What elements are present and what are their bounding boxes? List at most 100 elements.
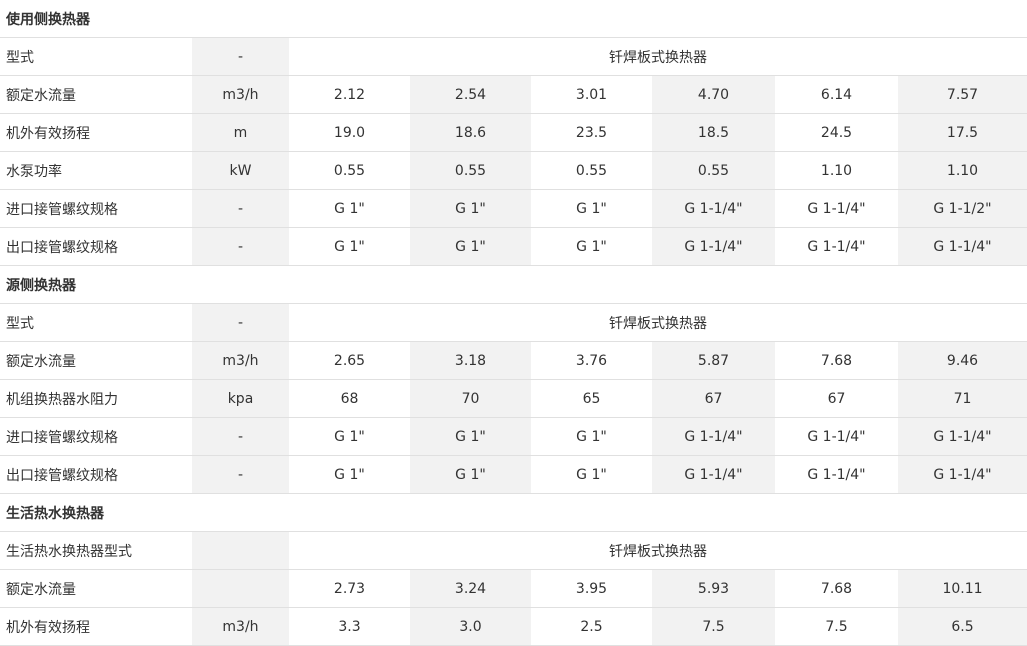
row-unit: - xyxy=(192,189,289,228)
table-row: 机外有效扬程 m3/h 3.3 3.0 2.5 7.5 7.5 6.5 xyxy=(0,607,1027,646)
row-value: 7.68 xyxy=(775,569,898,608)
row-unit: kW xyxy=(192,151,289,190)
row-value: G 1" xyxy=(289,189,410,228)
row-value: 3.95 xyxy=(531,569,652,608)
row-value: 23.5 xyxy=(531,113,652,152)
row-value-span: 钎焊板式换热器 xyxy=(289,303,1027,342)
row-label: 机组换热器水阻力 xyxy=(0,379,192,418)
row-value: 6.14 xyxy=(775,75,898,114)
row-value: G 1" xyxy=(410,417,531,456)
row-unit: - xyxy=(192,417,289,456)
row-value: 2.5 xyxy=(531,607,652,646)
row-unit xyxy=(192,531,289,570)
row-value: 9.46 xyxy=(898,341,1027,380)
row-value: 5.93 xyxy=(652,569,775,608)
row-value: 3.3 xyxy=(289,607,410,646)
section-title: 生活热水换热器 xyxy=(0,493,1027,532)
row-value: 4.70 xyxy=(652,75,775,114)
row-label: 型式 xyxy=(0,37,192,76)
row-value: 24.5 xyxy=(775,113,898,152)
row-label: 额定水流量 xyxy=(0,75,192,114)
row-unit: - xyxy=(192,227,289,266)
spec-table-body: 使用侧换热器 型式 - 钎焊板式换热器 额定水流量 m3/h 2.12 2.54 3.01 4.7… xyxy=(0,0,1027,646)
row-value: G 1-1/4" xyxy=(898,227,1027,266)
row-value: 3.0 xyxy=(410,607,531,646)
row-value: 3.24 xyxy=(410,569,531,608)
row-value: 10.11 xyxy=(898,569,1027,608)
row-value: 68 xyxy=(289,379,410,418)
section-header: 源侧换热器 xyxy=(0,265,1027,304)
row-unit: m3/h xyxy=(192,341,289,380)
row-value: 1.10 xyxy=(898,151,1027,190)
row-value: G 1" xyxy=(531,455,652,494)
row-label: 机外有效扬程 xyxy=(0,113,192,152)
table-row: 进口接管螺纹规格 - G 1" G 1" G 1" G 1-1/4" G 1-1/4" G 1… xyxy=(0,189,1027,228)
row-unit xyxy=(192,569,289,608)
row-value: 0.55 xyxy=(652,151,775,190)
section-header: 使用侧换热器 xyxy=(0,0,1027,38)
table-row: 型式 - 钎焊板式换热器 xyxy=(0,303,1027,342)
row-value: G 1" xyxy=(410,227,531,266)
row-label: 水泵功率 xyxy=(0,151,192,190)
table-row: 进口接管螺纹规格 - G 1" G 1" G 1" G 1-1/4" G 1-1/4" G 1… xyxy=(0,417,1027,456)
section-title: 源侧换热器 xyxy=(0,265,1027,304)
row-unit: - xyxy=(192,455,289,494)
row-value-span: 钎焊板式换热器 xyxy=(289,531,1027,570)
row-label: 进口接管螺纹规格 xyxy=(0,417,192,456)
row-label: 进口接管螺纹规格 xyxy=(0,189,192,228)
row-value: 19.0 xyxy=(289,113,410,152)
row-value: G 1-1/4" xyxy=(775,455,898,494)
row-label: 额定水流量 xyxy=(0,341,192,380)
row-value: G 1" xyxy=(289,455,410,494)
row-value: G 1-1/4" xyxy=(652,227,775,266)
row-value: 3.18 xyxy=(410,341,531,380)
row-value: G 1" xyxy=(531,227,652,266)
row-value: 1.10 xyxy=(775,151,898,190)
row-value: 2.65 xyxy=(289,341,410,380)
row-value: G 1" xyxy=(531,417,652,456)
table-row: 额定水流量 m3/h 2.65 3.18 3.76 5.87 7.68 9.46 xyxy=(0,341,1027,380)
row-label: 型式 xyxy=(0,303,192,342)
row-value: G 1-1/4" xyxy=(775,189,898,228)
spec-table: 使用侧换热器 型式 - 钎焊板式换热器 额定水流量 m3/h 2.12 2.54 3.01 4.7… xyxy=(0,0,1027,646)
row-value: G 1" xyxy=(410,189,531,228)
table-row: 生活热水换热器型式 钎焊板式换热器 xyxy=(0,531,1027,570)
row-value: G 1" xyxy=(410,455,531,494)
row-value: G 1-1/2" xyxy=(898,189,1027,228)
row-value: 18.5 xyxy=(652,113,775,152)
table-row: 水泵功率 kW 0.55 0.55 0.55 0.55 1.10 1.10 xyxy=(0,151,1027,190)
row-value: 3.01 xyxy=(531,75,652,114)
row-value: 71 xyxy=(898,379,1027,418)
row-value: 2.12 xyxy=(289,75,410,114)
row-value: 7.68 xyxy=(775,341,898,380)
table-row: 额定水流量 m3/h 2.12 2.54 3.01 4.70 6.14 7.57 xyxy=(0,75,1027,114)
row-value: 7.5 xyxy=(652,607,775,646)
row-value: 0.55 xyxy=(531,151,652,190)
row-value: G 1-1/4" xyxy=(775,227,898,266)
row-unit: - xyxy=(192,303,289,342)
row-value: G 1" xyxy=(289,227,410,266)
row-unit: - xyxy=(192,37,289,76)
row-value: 2.73 xyxy=(289,569,410,608)
row-value: 7.57 xyxy=(898,75,1027,114)
row-value: 2.54 xyxy=(410,75,531,114)
table-row: 出口接管螺纹规格 - G 1" G 1" G 1" G 1-1/4" G 1-1/4" G 1… xyxy=(0,227,1027,266)
row-value: 3.76 xyxy=(531,341,652,380)
row-value: 6.5 xyxy=(898,607,1027,646)
row-value: 18.6 xyxy=(410,113,531,152)
row-value: G 1-1/4" xyxy=(652,189,775,228)
table-row: 机外有效扬程 m 19.0 18.6 23.5 18.5 24.5 17.5 xyxy=(0,113,1027,152)
row-value-span: 钎焊板式换热器 xyxy=(289,37,1027,76)
section-title: 使用侧换热器 xyxy=(0,0,1027,38)
row-value: 0.55 xyxy=(410,151,531,190)
table-row: 出口接管螺纹规格 - G 1" G 1" G 1" G 1-1/4" G 1-1/4" G 1… xyxy=(0,455,1027,494)
row-value: G 1-1/4" xyxy=(652,417,775,456)
row-value: G 1-1/4" xyxy=(898,417,1027,456)
row-unit: m3/h xyxy=(192,75,289,114)
row-value: 7.5 xyxy=(775,607,898,646)
row-value: 17.5 xyxy=(898,113,1027,152)
row-value: G 1-1/4" xyxy=(775,417,898,456)
row-unit: m xyxy=(192,113,289,152)
row-unit: m3/h xyxy=(192,607,289,646)
row-label: 额定水流量 xyxy=(0,569,192,608)
